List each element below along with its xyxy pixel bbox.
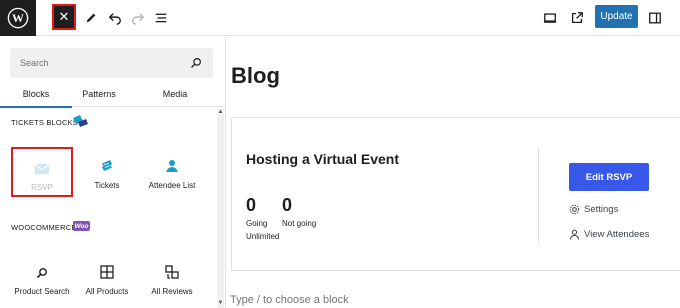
undo-icon[interactable] [105,8,125,28]
reviews-icon [165,257,179,279]
woocommerce-badge: Woo [73,221,90,231]
not-going-count: 0 [282,195,293,215]
block-tickets[interactable]: Tickets [76,147,138,197]
section-title-tickets: TICKETS BLOCKS [11,118,78,127]
tickets-logo-icon [73,115,88,127]
block-all-products[interactable]: All Products [76,253,138,303]
svg-text:W: W [12,11,24,25]
rsvp-block[interactable]: Hosting a Virtual Event 0 Going 0 Not go… [231,117,680,271]
search-input[interactable] [10,48,213,78]
close-icon: ✕ [58,9,70,24]
scroll-down-arrow-icon[interactable]: ▼ [217,300,224,307]
block-label: Attendee List [148,181,196,190]
block-label: All Products [85,287,129,296]
search-icon [36,257,48,279]
capacity-label: Unlimited [246,232,280,241]
settings-link[interactable]: Settings [569,204,618,215]
section-title-woocommerce: WOOCOMMERCE [11,223,77,232]
list-view-icon[interactable] [151,8,171,28]
desktop-icon[interactable] [540,8,560,28]
inserter-tabs: Blocks Patterns Media [0,81,225,108]
sidebar-toggle-icon[interactable] [645,8,665,28]
close-inserter-button[interactable]: ✕ [52,4,76,30]
grid-icon [100,257,114,279]
not-going-label: Not going [282,219,317,228]
block-rsvp[interactable]: RSVP [11,147,73,197]
scroll-up-arrow-icon[interactable]: ▲ [217,109,224,116]
envelope-icon [34,153,50,175]
block-label: RSVP [31,183,53,192]
redo-icon[interactable] [128,8,148,28]
block-inserter-panel: Blocks Patterns Media ▲ ▼ TICKETS BLOCKS… [0,37,226,308]
block-attendee-list[interactable]: Attendee List [141,147,203,197]
block-product-search[interactable]: Product Search [11,253,73,303]
block-all-reviews[interactable]: All Reviews [141,253,203,303]
search-icon [191,58,201,68]
editor-toolbar: W ✕ Update [0,0,680,36]
event-title: Hosting a Virtual Event [246,151,399,167]
search-field[interactable] [10,48,213,78]
external-link-icon[interactable] [567,8,587,28]
page-title[interactable]: Blog [231,63,280,89]
edit-rsvp-button[interactable]: Edit RSVP [569,163,649,191]
going-label: Going [246,219,268,228]
scrollbar[interactable] [217,109,224,308]
tab-media[interactable]: Media [140,81,210,107]
tab-blocks[interactable]: Blocks [0,81,72,108]
block-appender[interactable]: Type / to choose a block [230,294,349,306]
divider [538,148,539,242]
settings-label: Settings [584,204,619,215]
view-attendees-link[interactable]: View Attendees [569,229,649,240]
person-icon [166,151,178,173]
tab-patterns[interactable]: Patterns [72,81,126,107]
block-label: Tickets [94,181,120,190]
going-count: 0 [246,195,257,215]
block-label: Product Search [14,287,70,296]
block-label: All Reviews [151,287,193,296]
update-button[interactable]: Update [595,5,638,28]
attendees-label: View Attendees [584,229,650,240]
pencil-icon[interactable] [81,8,101,28]
person-outline-icon [569,229,580,240]
ticket-icon [100,151,114,173]
gear-icon [569,204,580,215]
wordpress-logo-icon[interactable]: W [0,0,36,36]
editor-canvas: Blog Hosting a Virtual Event 0 Going 0 N… [227,37,680,308]
